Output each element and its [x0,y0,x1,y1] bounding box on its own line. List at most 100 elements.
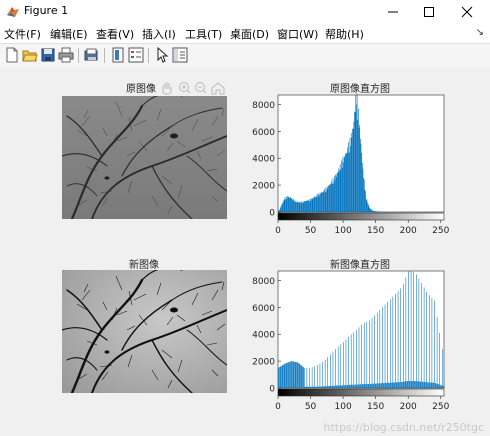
histogram-bar [358,127,360,212]
minimize-button[interactable] [374,0,412,23]
histogram-bar [380,383,381,388]
histogram-bar [333,176,335,212]
histogram-bar [355,384,357,388]
menu-insert[interactable]: 插入(I) [142,26,176,42]
histogram-bar [356,93,358,212]
histogram-bar [369,207,370,212]
histogram-bar [430,382,432,388]
histogram-bar [431,297,433,388]
new-figure-icon[interactable] [4,47,20,63]
histogram-bar [332,183,333,212]
histogram-bar [353,332,355,388]
zoom-in-icon[interactable] [179,82,191,94]
property-inspector-icon[interactable] [172,47,188,63]
histogram-bar [335,385,337,388]
histogram-bar [347,384,349,388]
menu-tools[interactable]: 工具(T) [185,26,222,42]
y-tick-label: 8000 [252,277,275,287]
histogram-bar [365,384,367,388]
histogram-bar [355,94,357,212]
histogram-bar [311,198,312,212]
histogram-bar [365,199,367,212]
matlab-icon[interactable] [6,4,20,23]
histogram-bar [376,211,378,212]
histogram-bar [377,383,379,388]
histogram-bar [278,367,280,388]
histogram-bar [411,381,412,388]
menu-file[interactable]: 文件(F) [4,26,41,42]
histogram-bar [395,382,397,388]
histogram-bar [419,381,420,388]
maximize-button[interactable] [410,0,448,23]
histogram-bar [382,307,383,388]
histogram-bar [321,386,323,388]
histogram-bar [349,384,351,388]
histogram-bar [365,384,366,388]
pan-icon[interactable] [162,82,172,95]
x-tick-label: 250 [432,226,449,236]
histogram-bar [331,180,333,212]
dock-arrow-icon[interactable]: ↘ [476,27,484,38]
histogram-bar [408,380,410,388]
histogram-bar [386,382,388,388]
edit-plot-icon[interactable] [154,46,170,63]
histogram-bar [436,316,438,388]
menu-help[interactable]: 帮助(H) [325,26,364,42]
colorbar-icon[interactable] [110,47,126,63]
histogram-bar [384,383,385,388]
new-image-title: 新图像 [129,260,159,271]
menu-desktop[interactable]: 桌面(D) [230,26,269,42]
histogram-bar [373,210,375,212]
histogram-bar [352,128,354,212]
legend-icon[interactable] [128,47,144,63]
histogram-bar [282,202,284,212]
histogram-bar [441,385,442,388]
histogram-bar [356,384,358,388]
histogram-bar [330,184,332,212]
histogram-bar [363,322,365,388]
histogram-bar [386,382,387,388]
histogram-bar [402,283,404,388]
histogram-bar [444,386,445,388]
histogram-bar [324,192,326,212]
histogram-bar [300,203,302,212]
histogram-bar [326,190,327,212]
histogram-bar [315,195,317,212]
histogram-bar [327,357,329,388]
histogram-bar [313,197,314,212]
print-icon[interactable] [58,47,74,63]
histogram-bar [325,386,327,388]
histogram-bar [407,381,409,388]
histogram-bar [285,196,287,212]
histogram-bar [435,383,437,388]
histogram-bar [326,386,328,388]
histogram-bar [345,385,346,388]
histogram-bar [332,385,333,388]
histogram-bar [438,384,439,388]
close-button[interactable] [448,0,486,23]
open-file-icon[interactable] [22,47,38,63]
histogram-bar [354,384,356,388]
histogram-bar [287,362,288,388]
histogram-bar [299,364,301,388]
histogram-bar [341,385,343,388]
gray-colorbar [277,388,445,397]
menu-view[interactable]: 查看(V) [96,26,134,42]
save-icon[interactable] [40,47,56,63]
histogram-bar [328,185,329,212]
histogram-bar [306,367,308,388]
histogram-bar [352,128,353,212]
x-tick-label: 100 [335,402,352,412]
histogram-bar [292,199,294,212]
menu-window[interactable]: 窗口(W) [277,26,318,42]
histogram-bar [372,383,373,388]
home-icon[interactable] [211,82,225,95]
histogram-bar [391,382,393,388]
histogram-bar [418,278,420,388]
zoom-out-icon[interactable] [195,82,207,94]
menu-edit[interactable]: 编辑(E) [50,26,88,42]
y-tick-label: 6000 [252,128,275,138]
histogram-bar [310,386,312,388]
print-preview-icon[interactable] [84,47,100,63]
histogram-bar [340,344,342,388]
